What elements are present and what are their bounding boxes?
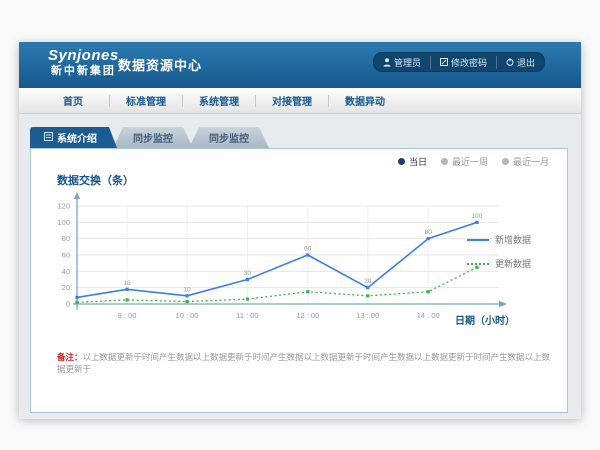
svg-text:13 : 00: 13 : 00 bbox=[356, 311, 379, 320]
user-icon bbox=[383, 58, 391, 67]
svg-text:18: 18 bbox=[123, 280, 131, 287]
nav-item-system-mgmt[interactable]: 系统管理 bbox=[183, 93, 255, 108]
page-title: 数据资源中心 bbox=[118, 55, 202, 74]
svg-text:30: 30 bbox=[244, 270, 252, 277]
tab-label: 同步监控 bbox=[209, 130, 249, 145]
nav-item-interface-mgmt[interactable]: 对接管理 bbox=[256, 93, 328, 108]
change-password-button[interactable]: 修改密码 bbox=[430, 56, 496, 69]
document-icon bbox=[44, 132, 53, 144]
legend-label: 新增数据 bbox=[495, 233, 531, 246]
logo-company: 新中新集团 bbox=[48, 65, 119, 77]
svg-text:11 : 00: 11 : 00 bbox=[236, 311, 258, 320]
radio-dot-icon bbox=[398, 158, 405, 165]
app-window: Synjones 新中新集团 数据资源中心 管理员 修改密码 退出 bbox=[19, 42, 581, 418]
chart-legend: 新增数据 更新数据 bbox=[467, 233, 559, 281]
tab-label: 同步监控 bbox=[133, 130, 173, 145]
range-option-last-month[interactable]: 最近一月 bbox=[502, 155, 549, 168]
footnote-prefix: 备注： bbox=[57, 352, 83, 362]
company-logo: Synjones 新中新集团 bbox=[48, 48, 119, 77]
svg-text:40: 40 bbox=[62, 267, 70, 276]
radio-dot-icon bbox=[502, 158, 509, 165]
svg-text:120: 120 bbox=[57, 202, 70, 211]
range-option-last-week[interactable]: 最近一周 bbox=[441, 155, 488, 168]
main-nav: 首页 标准管理 系统管理 对接管理 数据异动 bbox=[19, 88, 581, 114]
svg-text:20: 20 bbox=[364, 278, 372, 285]
user-label: 管理员 bbox=[394, 56, 421, 69]
nav-item-standard-mgmt[interactable]: 标准管理 bbox=[110, 93, 182, 108]
user-toolbar: 管理员 修改密码 退出 bbox=[373, 52, 545, 72]
footnote: 备注：以上数据更新于时间产生数据以上数据更新于时间产生数据以上数据更新于时间产生… bbox=[57, 352, 551, 376]
svg-text:0: 0 bbox=[66, 300, 70, 309]
solid-line-icon bbox=[467, 239, 489, 241]
logo-brand: Synjones bbox=[48, 48, 119, 65]
edit-icon bbox=[440, 58, 448, 66]
svg-text:12 : 00: 12 : 00 bbox=[296, 311, 319, 320]
tab-strip: 系统介绍 同步监控 同步监控 bbox=[30, 127, 269, 148]
tab-system-intro[interactable]: 系统介绍 bbox=[30, 127, 117, 148]
logout-button[interactable]: 退出 bbox=[496, 56, 544, 69]
range-label: 最近一周 bbox=[452, 155, 488, 168]
y-axis-title: 数据交换（条） bbox=[57, 172, 134, 188]
svg-text:80: 80 bbox=[62, 234, 70, 243]
svg-text:20: 20 bbox=[62, 283, 70, 292]
legend-item-update-data[interactable]: 更新数据 bbox=[467, 257, 559, 270]
logout-label: 退出 bbox=[517, 56, 535, 69]
x-axis-title: 日期（小时） bbox=[455, 312, 515, 327]
dotted-line-icon bbox=[467, 263, 489, 265]
current-user-button[interactable]: 管理员 bbox=[374, 56, 430, 69]
range-option-today[interactable]: 当日 bbox=[398, 155, 427, 168]
nav-item-home[interactable]: 首页 bbox=[37, 93, 109, 108]
footnote-text: 以上数据更新于时间产生数据以上数据更新于时间产生数据以上数据更新于时间产生数据以… bbox=[57, 352, 550, 374]
tab-label: 系统介绍 bbox=[57, 130, 97, 145]
top-header: Synjones 新中新集团 数据资源中心 管理员 修改密码 退出 bbox=[19, 42, 581, 88]
power-icon bbox=[506, 58, 514, 66]
change-password-label: 修改密码 bbox=[451, 56, 487, 69]
svg-text:60: 60 bbox=[62, 251, 70, 260]
legend-label: 更新数据 bbox=[495, 257, 531, 270]
svg-text:100: 100 bbox=[472, 213, 483, 220]
svg-text:14 : 00: 14 : 00 bbox=[417, 311, 440, 320]
svg-text:80: 80 bbox=[425, 229, 433, 236]
time-range-options: 当日 最近一周 最近一月 bbox=[398, 155, 549, 168]
svg-text:60: 60 bbox=[304, 246, 312, 253]
line-chart: 0 20 40 60 80 100 120 9 : 00 10 : 00 11 : 00 12 : … bbox=[49, 189, 519, 334]
legend-item-new-data[interactable]: 新增数据 bbox=[467, 233, 559, 246]
svg-text:9 : 00: 9 : 00 bbox=[118, 311, 137, 320]
svg-text:10 : 00: 10 : 00 bbox=[176, 311, 199, 320]
tab-sync-monitor-2[interactable]: 同步监控 bbox=[189, 127, 269, 148]
nav-item-data-change[interactable]: 数据异动 bbox=[329, 93, 401, 108]
range-label: 当日 bbox=[409, 155, 427, 168]
range-label: 最近一月 bbox=[513, 155, 549, 168]
tab-sync-monitor-1[interactable]: 同步监控 bbox=[113, 127, 193, 148]
svg-text:10: 10 bbox=[183, 286, 191, 293]
svg-text:100: 100 bbox=[57, 218, 70, 227]
radio-dot-icon bbox=[441, 158, 448, 165]
content-area: 系统介绍 同步监控 同步监控 当日 最近一周 bbox=[19, 114, 581, 419]
chart-card: 当日 最近一周 最近一月 数据交换（条） 0 20 40 60 80 100 120 9 : … bbox=[30, 148, 568, 413]
